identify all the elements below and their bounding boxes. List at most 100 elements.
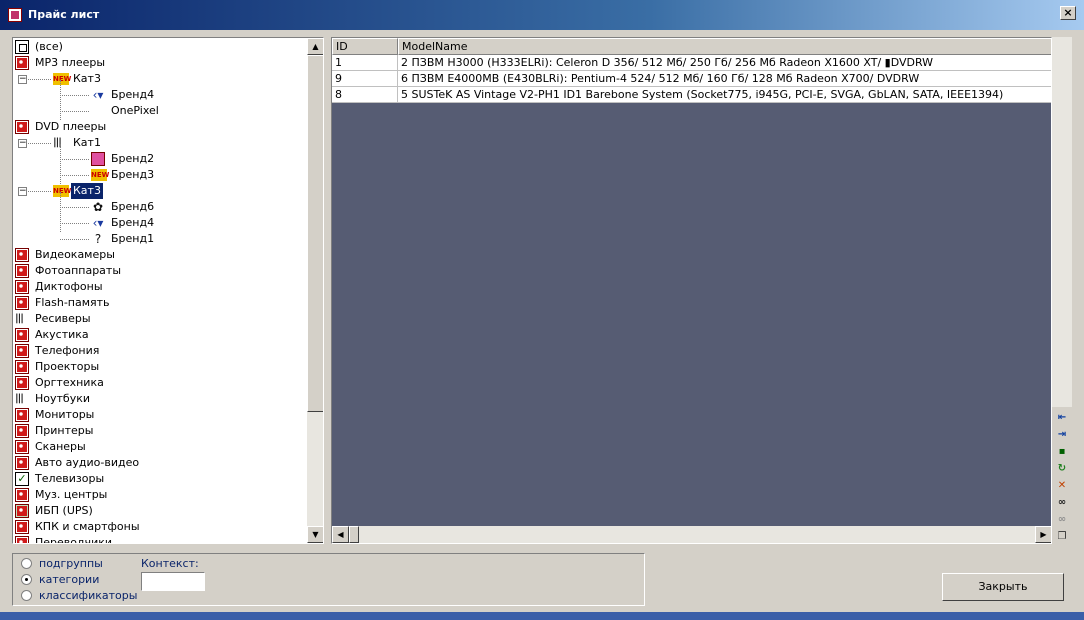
tree-item[interactable]: Муз. центры bbox=[13, 487, 307, 503]
tree-connector bbox=[60, 175, 89, 176]
delete-icon[interactable]: ✕ bbox=[1054, 478, 1070, 493]
category-icon bbox=[15, 360, 29, 374]
category-icon bbox=[15, 248, 29, 262]
category-tree: (все) MP3 плееры NEW Кат3− ‹▾ Бренд4 OnePixel D… bbox=[12, 37, 324, 544]
tree-item[interactable]: Видеокамеры bbox=[13, 247, 307, 263]
tree-connector bbox=[60, 144, 61, 184]
tree-item[interactable]: ‹▾ Бренд4 bbox=[13, 215, 307, 231]
checkbox-icon: ✓ bbox=[15, 472, 29, 486]
question-icon: ? bbox=[94, 232, 102, 246]
tree-item[interactable]: ✓ Телевизоры bbox=[13, 471, 307, 487]
tree-connector bbox=[60, 159, 89, 160]
scroll-up-button[interactable]: ▲ bbox=[307, 38, 323, 55]
scroll-left-button[interactable]: ◀ bbox=[332, 526, 349, 543]
tree-item[interactable]: Телефония bbox=[13, 343, 307, 359]
radio-button[interactable] bbox=[21, 558, 32, 569]
save-icon[interactable]: ▪ bbox=[1054, 444, 1070, 459]
tree-item[interactable]: Фотоаппараты bbox=[13, 263, 307, 279]
tree-item-label: (все) bbox=[35, 40, 63, 53]
tree-item[interactable]: ||| Ресиверы bbox=[13, 311, 307, 327]
grid-vscrollbar[interactable] bbox=[1052, 37, 1072, 407]
tree-item[interactable]: NEW Кат3 − bbox=[13, 183, 307, 199]
tree-item[interactable]: Авто аудио-видео bbox=[13, 455, 307, 471]
nav-left-icon[interactable]: ⇤ bbox=[1054, 410, 1070, 425]
tree-item[interactable]: OnePixel bbox=[13, 103, 307, 119]
table-row[interactable]: 8 5 SUSTeK AS Vintage V2-PH1 ID1 Barebon… bbox=[332, 87, 1051, 103]
collapse-toggle[interactable]: − bbox=[18, 75, 27, 84]
tree-item[interactable]: Мониторы bbox=[13, 407, 307, 423]
cell-id: 9 bbox=[332, 71, 398, 86]
tree-item[interactable]: ‹▾ Бренд4 bbox=[13, 87, 307, 103]
category-icon bbox=[15, 296, 29, 310]
category-icon bbox=[15, 408, 29, 422]
tree-item[interactable]: NEW Кат3 − bbox=[13, 71, 307, 87]
binoculars-icon[interactable]: ∞ bbox=[1054, 495, 1070, 510]
radio-button[interactable] bbox=[21, 574, 32, 585]
tree-connector bbox=[60, 239, 89, 240]
tree-item[interactable]: ? Бренд1 bbox=[13, 231, 307, 247]
tree-item[interactable]: Оргтехника bbox=[13, 375, 307, 391]
tree-item-label: Телефония bbox=[35, 344, 100, 357]
scroll-down-button[interactable]: ▼ bbox=[307, 526, 323, 543]
close-button[interactable]: Закрыть bbox=[942, 573, 1064, 601]
tree-item[interactable]: Проекторы bbox=[13, 359, 307, 375]
tree-item[interactable]: Диктофоны bbox=[13, 279, 307, 295]
radio-label: подгруппы bbox=[39, 557, 103, 570]
grid-hscrollbar[interactable]: ◀ ▶ bbox=[332, 526, 1051, 543]
tree-connector bbox=[28, 143, 51, 144]
tree-item[interactable]: КПК и смартфоны bbox=[13, 519, 307, 535]
radio-button[interactable] bbox=[21, 590, 32, 601]
tree-item[interactable]: ✿ Бренд6 bbox=[13, 199, 307, 215]
tree-item[interactable]: Сканеры bbox=[13, 439, 307, 455]
tree-item[interactable]: ||| Кат1− bbox=[13, 135, 307, 151]
scroll-right-button[interactable]: ▶ bbox=[1035, 526, 1051, 543]
filter-options: подгруппы категории классификаторы Конте… bbox=[12, 553, 645, 606]
tree-item-label: Авто аудио-видео bbox=[35, 456, 140, 469]
tree-view: (все) MP3 плееры NEW Кат3− ‹▾ Бренд4 OnePixel D… bbox=[13, 38, 307, 543]
hscroll-thumb[interactable] bbox=[349, 526, 359, 543]
close-window-button[interactable]: × bbox=[1060, 6, 1076, 20]
all-icon bbox=[15, 40, 29, 54]
column-header-modelname[interactable]: ModelName bbox=[398, 38, 1051, 55]
scroll-thumb[interactable] bbox=[307, 55, 323, 412]
column-header-id[interactable]: ID bbox=[332, 38, 398, 55]
tree-item[interactable]: ||| Ноутбуки bbox=[13, 391, 307, 407]
tree-item-label: DVD плееры bbox=[35, 120, 107, 133]
new-badge-icon: NEW bbox=[91, 169, 110, 181]
nav-right-icon[interactable]: ⇥ bbox=[1054, 427, 1070, 442]
tree-connector bbox=[60, 223, 89, 224]
tree-item-label: Переводчики bbox=[35, 536, 113, 543]
tree-item[interactable]: Акустика bbox=[13, 327, 307, 343]
tree-item-label: Сканеры bbox=[35, 440, 86, 453]
tree-scrollbar[interactable]: ▲ ▼ bbox=[307, 38, 323, 543]
tree-item-label: Бренд6 bbox=[111, 200, 155, 213]
tree-item[interactable]: ИБП (UPS) bbox=[13, 503, 307, 519]
table-row[interactable]: 1 2 ПЗВМ H3000 (H333ELRi): Celeron D 356… bbox=[332, 55, 1051, 71]
tree-item-label: Ресиверы bbox=[35, 312, 91, 325]
category-icon bbox=[15, 520, 29, 534]
tree-item[interactable]: Бренд2 bbox=[13, 151, 307, 167]
tree-connector bbox=[60, 111, 89, 112]
tree-item-label: Бренд4 bbox=[111, 88, 155, 101]
table-row[interactable]: 9 6 ПЗВМ E4000MB (E430BLRi): Pentium-4 5… bbox=[332, 71, 1051, 87]
refresh-icon[interactable]: ↻ bbox=[1054, 461, 1070, 476]
binoculars-disabled-icon[interactable]: ∞ bbox=[1054, 512, 1070, 527]
tree-item-label: Flash-память bbox=[35, 296, 110, 309]
category-icon bbox=[15, 280, 29, 294]
category-icon bbox=[15, 344, 29, 358]
copy-icon[interactable]: ❐ bbox=[1054, 529, 1070, 544]
tree-item[interactable]: (все) bbox=[13, 39, 307, 55]
tree-item[interactable]: Принтеры bbox=[13, 423, 307, 439]
tree-item[interactable]: Переводчики bbox=[13, 535, 307, 543]
tree-item[interactable]: NEW Бренд3 bbox=[13, 167, 307, 183]
tree-item-label: Видеокамеры bbox=[35, 248, 115, 261]
context-input[interactable] bbox=[141, 572, 205, 591]
tree-item[interactable]: Flash-память bbox=[13, 295, 307, 311]
collapse-toggle[interactable]: − bbox=[18, 187, 27, 196]
collapse-toggle[interactable]: − bbox=[18, 139, 27, 148]
tree-item-label: Бренд1 bbox=[111, 232, 155, 245]
tree-item[interactable]: MP3 плееры bbox=[13, 55, 307, 71]
cell-modelname: 5 SUSTeK AS Vintage V2-PH1 ID1 Barebone … bbox=[398, 87, 1051, 102]
bars-icon: ||| bbox=[15, 313, 24, 324]
tree-item[interactable]: DVD плееры bbox=[13, 119, 307, 135]
